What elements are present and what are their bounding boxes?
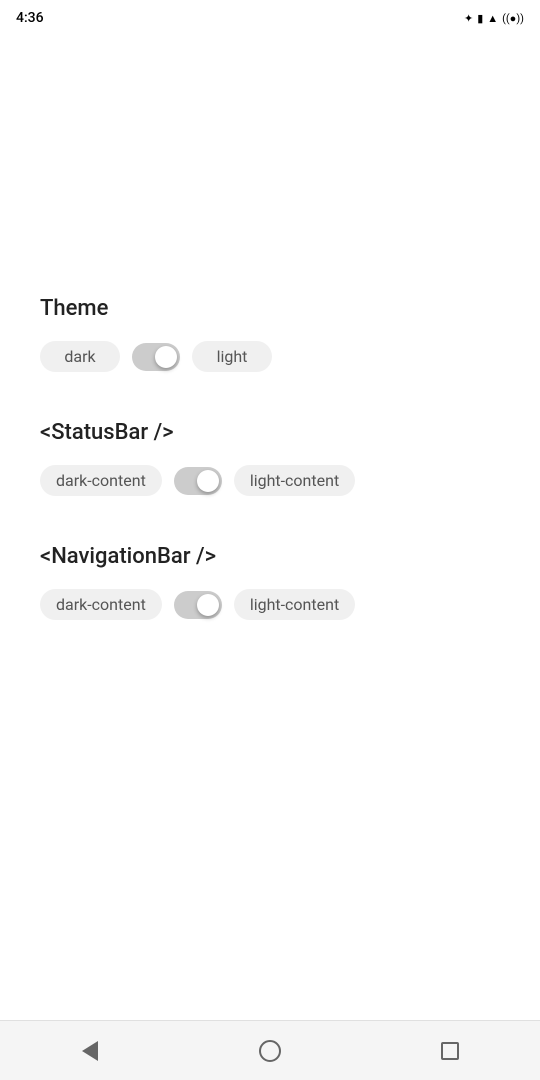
theme-dark-label: dark: [40, 341, 120, 372]
bottom-nav-bar: [0, 1020, 540, 1080]
theme-light-label: light: [192, 341, 272, 372]
theme-toggle-thumb: [155, 346, 177, 368]
navigationbar-section: <NavigationBar /> dark-content light-con…: [40, 544, 500, 620]
theme-toggle-track: [132, 343, 180, 371]
status-bar-icons: ✦ ▮ ▲ ((●)): [464, 12, 524, 25]
statusbar-section: <StatusBar /> dark-content light-content: [40, 420, 500, 496]
theme-title: Theme: [40, 296, 500, 321]
theme-toggle[interactable]: [132, 343, 180, 371]
navigationbar-toggle-track: [174, 591, 222, 619]
navigationbar-toggle-row: dark-content light-content: [40, 589, 500, 620]
signal-icon: ▲: [487, 12, 498, 25]
home-icon: [259, 1040, 281, 1062]
navigationbar-title: <NavigationBar />: [40, 544, 500, 569]
statusbar-toggle-row: dark-content light-content: [40, 465, 500, 496]
statusbar-toggle-thumb: [197, 470, 219, 492]
statusbar-toggle-track: [174, 467, 222, 495]
theme-section: Theme dark light: [40, 296, 500, 372]
wifi-icon: ((●)): [502, 12, 524, 25]
statusbar-toggle[interactable]: [174, 467, 222, 495]
statusbar-light-label: light-content: [234, 465, 355, 496]
main-content: Theme dark light <StatusBar /> dark-cont…: [0, 276, 540, 688]
statusbar-title: <StatusBar />: [40, 420, 500, 445]
status-bar: 4:36 ✦ ▮ ▲ ((●)): [0, 0, 540, 36]
home-button[interactable]: [245, 1026, 295, 1076]
recents-button[interactable]: [425, 1026, 475, 1076]
back-button[interactable]: [65, 1026, 115, 1076]
statusbar-dark-label: dark-content: [40, 465, 162, 496]
recents-icon: [441, 1042, 459, 1060]
navigationbar-toggle[interactable]: [174, 591, 222, 619]
status-bar-time: 4:36: [16, 10, 44, 26]
navigationbar-toggle-thumb: [197, 594, 219, 616]
navigationbar-dark-label: dark-content: [40, 589, 162, 620]
navigationbar-light-label: light-content: [234, 589, 355, 620]
battery-icon: ▮: [477, 12, 483, 25]
back-icon: [82, 1041, 98, 1061]
bluetooth-icon: ✦: [464, 12, 473, 25]
theme-toggle-row: dark light: [40, 341, 500, 372]
